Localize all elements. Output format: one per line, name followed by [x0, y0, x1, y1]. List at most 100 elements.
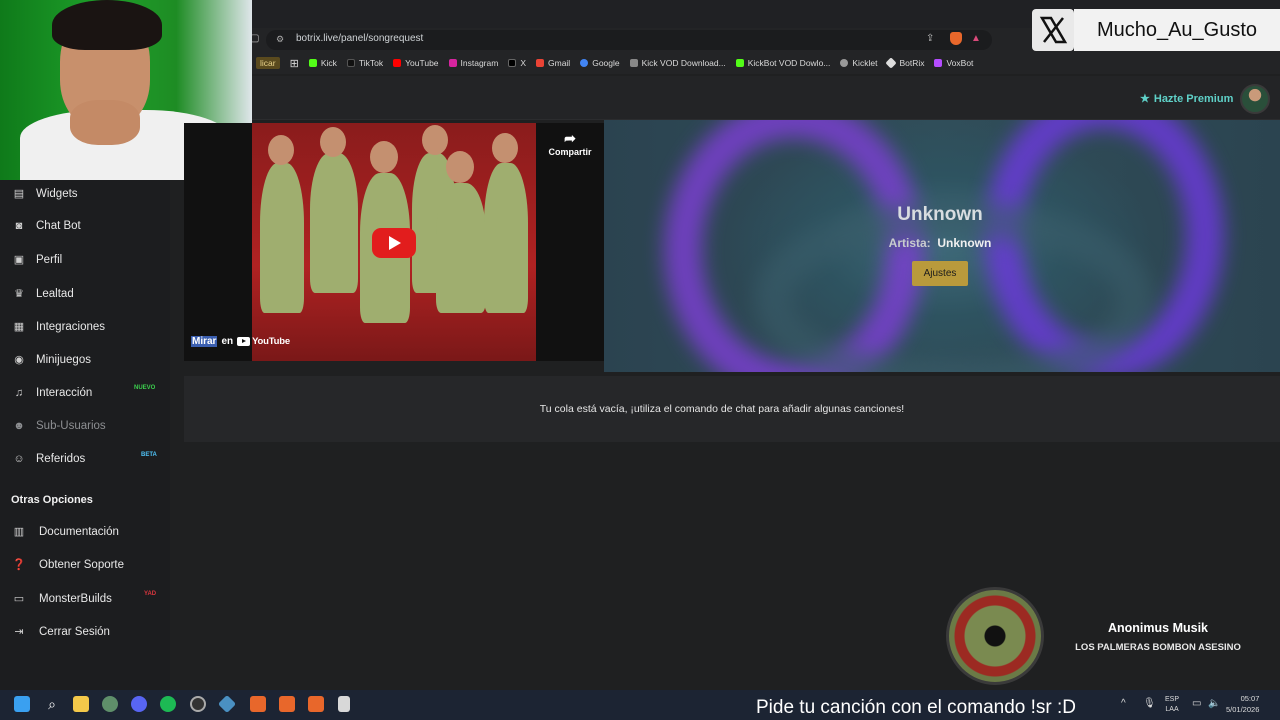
sidebar-item-cerrar-sesion[interactable]: ⇥ Cerrar Sesión — [12, 625, 110, 639]
bookmark-item[interactable]: Kick — [308, 58, 337, 68]
share-label: Compartir — [548, 147, 592, 157]
brave-icon[interactable] — [250, 696, 266, 712]
trophy-icon: ♛ — [14, 288, 24, 300]
brave-icon-3[interactable] — [308, 696, 324, 712]
clock[interactable]: 05:07 5/01/2026 — [1226, 693, 1259, 715]
sidebar-item-label: Documentación — [39, 525, 119, 538]
bookmark-item[interactable]: licar — [256, 57, 280, 69]
sidebar-item-perfil[interactable]: ▣ Perfil — [12, 253, 63, 267]
obs-icon[interactable] — [190, 696, 206, 712]
bookmark-item[interactable]: Instagram — [448, 58, 498, 68]
x-logo-icon — [1032, 9, 1074, 51]
share-page-icon[interactable]: ⇪ — [926, 33, 934, 44]
help-icon: ❓ — [12, 559, 26, 571]
site-info-icon[interactable]: ⚙ — [276, 34, 284, 45]
sidebar-item-widgets[interactable]: ▤ Widgets — [12, 187, 78, 201]
webcam-person-hand — [70, 100, 140, 145]
avatar[interactable] — [1240, 84, 1270, 114]
language-indicator[interactable]: ESP LAA — [1165, 695, 1179, 715]
bookmark-item[interactable]: Gmail — [536, 58, 570, 68]
sidebar-item-integraciones[interactable]: ▦ Integraciones — [12, 320, 105, 334]
language-top: ESP — [1165, 696, 1180, 703]
tray-chevron-icon[interactable]: ^ — [1121, 698, 1126, 709]
bookmark-label: Kick VOD Download... — [641, 58, 726, 68]
network-icon[interactable]: ▭ — [1192, 698, 1201, 709]
sidebar-item-label: Perfil — [36, 253, 63, 266]
bookmarks-bar: licar ⊞ Kick TikTok YouTube Instagram X … — [252, 52, 1280, 74]
search-icon[interactable]: ⌕ — [44, 696, 60, 712]
sidebar-item-label: Widgets — [36, 187, 78, 200]
clock-time: 05:07 — [1240, 694, 1260, 703]
users-icon: ☻ — [13, 420, 25, 432]
watch-on-youtube-link[interactable]: Mirar en YouTube — [191, 336, 290, 347]
share-icon: ➦ — [564, 130, 576, 146]
share-button[interactable]: ➦ Compartir — [546, 130, 594, 157]
sidebar-item-label: Minijuegos — [36, 353, 91, 366]
bookmark-item[interactable]: Kick VOD Download... — [629, 58, 726, 68]
bookmark-item[interactable]: KickBot VOD Dowlo... — [735, 58, 831, 68]
watch-suffix: en — [221, 336, 234, 347]
laptop-icon: ▭ — [13, 593, 25, 605]
bookmark-label: KickBot VOD Dowlo... — [747, 58, 831, 68]
kick-icon — [308, 59, 317, 67]
sidebar-item-sub-usuarios[interactable]: ☻ Sub-Usuarios — [12, 420, 106, 432]
discord-icon[interactable] — [131, 696, 147, 712]
windows-start-icon[interactable] — [14, 696, 30, 712]
sidebar-item-label: Sub-Usuarios — [36, 420, 106, 432]
brave-icon-2[interactable] — [279, 696, 295, 712]
bookmark-item[interactable]: X — [508, 58, 526, 68]
sidebar-item-label: Referidos — [36, 453, 86, 465]
sidebar-item-chat-bot[interactable]: ◙ Chat Bot — [12, 220, 81, 232]
song-artist: Artista: Unknown — [850, 236, 1030, 250]
watch-label: Mirar — [191, 336, 218, 347]
bookmark-item[interactable]: YouTube — [393, 58, 439, 68]
monsterbuilds-badge: YAD — [144, 591, 157, 597]
bookmark-label: X — [520, 58, 526, 68]
microphone-icon[interactable]: 🎙 — [1143, 698, 1156, 709]
brave-shield-icon[interactable] — [950, 32, 962, 45]
sidebar-item-label: MonsterBuilds — [39, 592, 112, 605]
bookmark-item[interactable]: Kicklet — [840, 58, 877, 68]
sidebar-item-documentacion[interactable]: ▥ Documentación — [12, 525, 119, 539]
new-badge: NUEVO — [134, 385, 156, 391]
gamepad-icon: ◉ — [14, 354, 24, 366]
bookmark-item[interactable]: BotRix — [885, 57, 925, 69]
now-playing-artist: Anonimus Musik — [1107, 621, 1208, 635]
bookmark-label: Kick — [320, 58, 337, 68]
sidebar-item-referidos[interactable]: ☺ Referidos — [12, 453, 85, 465]
premium-button[interactable]: ★ Hazte Premium — [1140, 92, 1233, 106]
sidebar-item-monsterbuilds[interactable]: ▭ MonsterBuilds — [12, 592, 112, 606]
kickbot-icon — [735, 59, 744, 67]
volume-icon[interactable]: 🔈 — [1208, 698, 1220, 709]
now-playing-disc — [946, 587, 1044, 685]
clock-date: 5/01/2026 — [1226, 705, 1260, 714]
app-icon[interactable] — [102, 696, 118, 712]
sidebar-item-interaccion[interactable]: ♫ Interacción — [12, 387, 92, 399]
notepad-icon[interactable] — [338, 696, 350, 712]
spotify-icon[interactable] — [160, 696, 176, 712]
logout-icon: ⇥ — [14, 626, 24, 638]
sidebar-item-label: Obtener Soporte — [39, 558, 125, 571]
sidebar-item-label: Chat Bot — [36, 220, 81, 232]
file-explorer-icon[interactable] — [73, 696, 89, 712]
bookmark-item[interactable]: TikTok — [346, 58, 383, 68]
botrix-icon — [885, 57, 898, 69]
url-text[interactable]: botrix.live/panel/songrequest — [296, 33, 423, 44]
sidebar-item-lealtad[interactable]: ♛ Lealtad — [12, 287, 74, 301]
sidebar-item-soporte[interactable]: ❓ Obtener Soporte — [12, 558, 125, 572]
gmail-icon — [536, 59, 544, 67]
bookmark-item[interactable]: Google — [580, 58, 620, 68]
tiktok-icon — [346, 59, 355, 67]
settings-button[interactable]: Ajustes — [912, 261, 968, 286]
music-icon: ♫ — [14, 387, 24, 399]
bookmark-item[interactable]: VoxBot — [934, 58, 973, 68]
apps-grid-icon[interactable]: ⊞ — [290, 57, 299, 70]
song-title: Unknown — [897, 204, 983, 225]
google-icon — [580, 59, 589, 67]
id-card-icon: ▣ — [13, 254, 25, 266]
sidebar-item-minijuegos[interactable]: ◉ Minijuegos — [12, 353, 91, 367]
x-username: Mucho_Au_Gusto — [1074, 9, 1280, 51]
brave-rewards-icon[interactable]: ▲ — [971, 33, 981, 44]
bookmark-label: BotRix — [899, 58, 925, 68]
sidebar-item-label: Cerrar Sesión — [39, 625, 110, 638]
